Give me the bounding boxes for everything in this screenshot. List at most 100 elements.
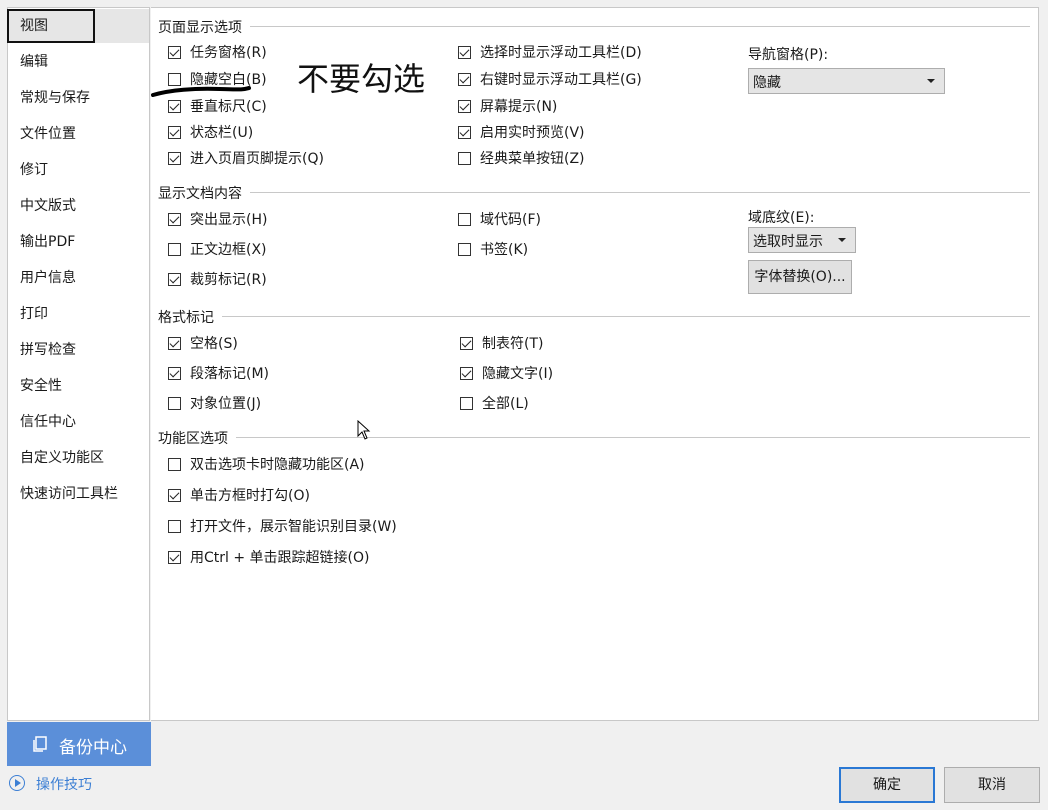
sidebar-item-security[interactable]: 安全性 [8,369,149,403]
section-divider [236,437,1030,438]
checkbox-box [168,520,181,533]
checkbox-label: 全部(L) [482,396,529,412]
section-divider [222,316,1030,317]
sidebar-item-customize-ribbon[interactable]: 自定义功能区 [8,441,149,475]
nav-pane-select[interactable]: 隐藏 [748,68,945,94]
checkbox-label: 段落标记(M) [190,366,270,382]
checkbox-label: 单击方框时打勾(O) [190,488,310,504]
play-circle-icon [9,775,25,791]
sidebar-item-label: 编辑 [20,54,48,70]
checkbox-box [458,126,471,139]
checkbox-box [458,73,471,86]
sidebar-item-label: 快速访问工具栏 [20,486,118,502]
sidebar-item-general-save[interactable]: 常规与保存 [8,81,149,115]
sidebar-item-label: 修订 [20,162,48,178]
sidebar-item-trust-center[interactable]: 信任中心 [8,405,149,439]
checkbox-box [458,100,471,113]
checkbox-label: 突出显示(H) [190,212,268,228]
sidebar-item-label: 信任中心 [20,414,76,430]
section-title-doc-content: 显示文档内容 [158,186,242,202]
sidebar-item-label: 安全性 [20,378,62,394]
checkbox-box [458,46,471,59]
sidebar-item-revisions[interactable]: 修订 [8,153,149,187]
checkbox-box [460,397,473,410]
sidebar-item-chinese-layout[interactable]: 中文版式 [8,189,149,223]
mouse-cursor-icon [357,420,371,440]
checkbox-label: 空格(S) [190,336,238,352]
checkbox-box [168,100,181,113]
checkbox-box [168,458,181,471]
sidebar-item-print[interactable]: 打印 [8,297,149,331]
cancel-button[interactable]: 取消 [944,767,1040,803]
sidebar-item-label: 中文版式 [20,198,76,214]
checkbox-label: 启用实时预览(V) [480,125,585,141]
backup-center-button[interactable]: 备份中心 [7,722,151,766]
nav-pane-label: 导航窗格(P): [748,47,829,63]
checkbox-label: 制表符(T) [482,336,544,352]
checkbox-label: 用Ctrl + 单击跟踪超链接(O) [190,550,370,566]
sidebar-item-export-pdf[interactable]: 输出PDF [8,225,149,259]
checkbox-label: 对象位置(J) [190,396,262,412]
checkbox-box [458,213,471,226]
sidebar-item-view[interactable]: 视图 [7,9,149,43]
checkbox-label: 正文边框(X) [190,242,267,258]
checkbox-label: 经典菜单按钮(Z) [480,151,585,167]
field-shading-select-value: 选取时显示 [753,234,823,250]
checkbox-box [168,273,181,286]
checkbox-box [168,126,181,139]
chevron-down-icon [838,238,846,242]
section-title-page-display: 页面显示选项 [158,20,242,36]
section-divider [250,192,1030,193]
nav-pane-select-value: 隐藏 [753,75,781,91]
field-shading-label: 域底纹(E): [748,210,815,226]
sidebar-item-label: 打印 [20,306,48,322]
checkbox-label: 进入页眉页脚提示(Q) [190,151,324,167]
sidebar-item-label: 自定义功能区 [20,450,104,466]
chevron-down-icon [927,79,935,83]
font-substitution-button[interactable]: 字体替换(O)... [748,260,852,294]
section-title-format-marks: 格式标记 [158,310,214,326]
handwritten-annotation: 不要勾选 [297,60,426,98]
checkbox-box [458,243,471,256]
backup-icon [33,736,47,752]
backup-center-label: 备份中心 [59,738,127,758]
checkbox-box [168,489,181,502]
section-title-ribbon: 功能区选项 [158,431,228,447]
checkbox-box [458,152,471,165]
checkbox-box [168,397,181,410]
checkbox-label: 打开文件，展示智能识别目录(W) [190,519,397,535]
sidebar-item-user-info[interactable]: 用户信息 [8,261,149,295]
ok-button[interactable]: 确定 [839,767,935,803]
sidebar-item-file-locations[interactable]: 文件位置 [8,117,149,151]
checkbox-label: 书签(K) [480,242,529,258]
checkbox-label: 选择时显示浮动工具栏(D) [480,45,642,61]
sidebar-item-label: 用户信息 [20,270,76,286]
checkbox-box [168,213,181,226]
sidebar-item-label: 常规与保存 [20,90,90,106]
sidebar-item-label: 输出PDF [20,234,76,250]
checkbox-label: 屏幕提示(N) [480,99,558,115]
section-divider [250,26,1030,27]
checkbox-label: 隐藏文字(I) [482,366,554,382]
checkbox-label: 状态栏(U) [190,125,254,141]
checkbox-label: 右键时显示浮动工具栏(G) [480,72,642,88]
checkbox-label: 双击选项卡时隐藏功能区(A) [190,457,365,473]
checkbox-box [168,367,181,380]
sidebar-item-quick-access-toolbar[interactable]: 快速访问工具栏 [8,477,149,511]
checkbox-box [460,337,473,350]
field-shading-select[interactable]: 选取时显示 [748,227,856,253]
checkbox-box [168,551,181,564]
options-main-panel: 页面显示选项 任务窗格(R) 隐藏空白(B) 垂直标尺(C) 状态栏(U) 进入… [151,7,1039,721]
options-sidebar: 视图 编辑 常规与保存 文件位置 修订 中文版式 输出PDF 用户信息 打印 拼… [7,7,150,721]
sidebar-item-label: 拼写检查 [20,342,76,358]
checkbox-box [168,243,181,256]
checkbox-label: 域代码(F) [480,212,541,228]
checkbox-label: 裁剪标记(R) [190,272,267,288]
checkbox-box [168,46,181,59]
checkbox-box [168,152,181,165]
checkbox-label: 任务窗格(R) [190,45,267,61]
selection-highlight-box [7,9,95,43]
sidebar-item-spell-check[interactable]: 拼写检查 [8,333,149,367]
sidebar-item-edit[interactable]: 编辑 [8,45,149,79]
sidebar-item-label: 文件位置 [20,126,76,142]
